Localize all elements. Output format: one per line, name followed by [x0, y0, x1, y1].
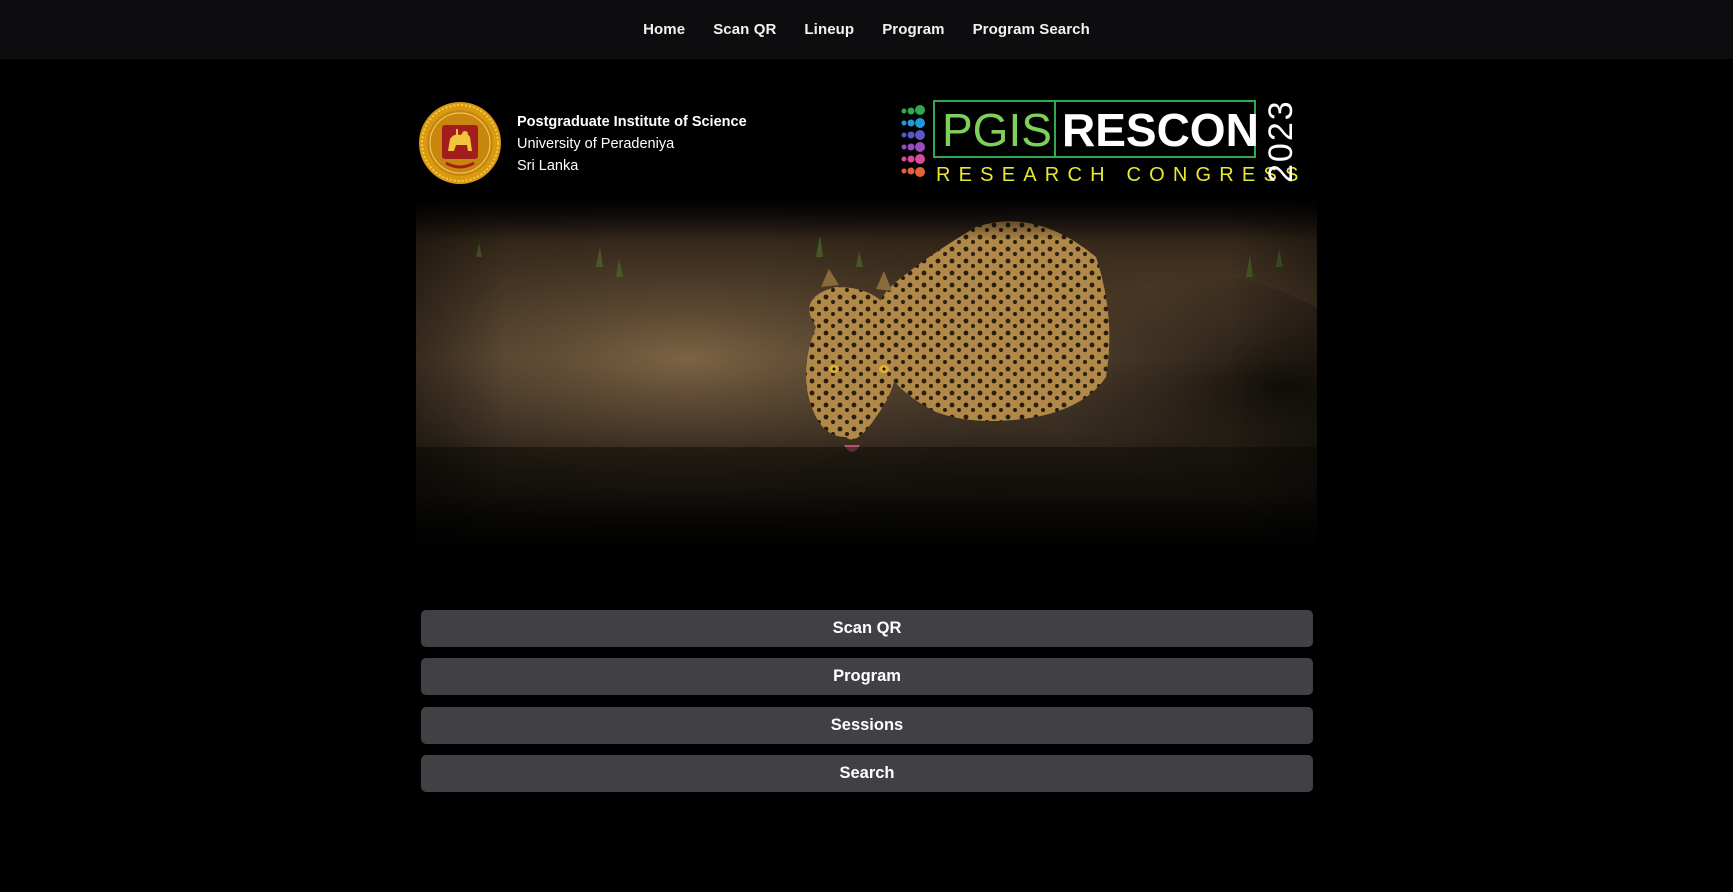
logo-tagline: RESEARCH CONGRESS	[936, 164, 1307, 186]
sessions-button[interactable]: Sessions	[421, 706, 1313, 744]
nav-program-search[interactable]: Program Search	[973, 21, 1090, 38]
top-navbar: Home Scan QR Lineup Program Program Sear…	[0, 0, 1733, 59]
nav-program[interactable]: Program	[882, 21, 944, 38]
nav-lineup[interactable]: Lineup	[804, 21, 854, 38]
action-buttons: Scan QR Program Sessions Search	[421, 610, 1313, 803]
search-button[interactable]: Search	[421, 754, 1313, 792]
university-name: University of Peradeniya	[517, 136, 675, 152]
university-seal-icon	[419, 102, 501, 184]
logo-word-pgis: PGIS	[942, 104, 1052, 156]
hero-image-leopard	[416, 197, 1317, 557]
program-button[interactable]: Program	[421, 658, 1313, 696]
institute-info: Postgraduate Institute of Science Univer…	[517, 111, 747, 177]
country-name: Sri Lanka	[517, 158, 579, 174]
pgis-rescon-logo: PGIS RESCON RESEARCH CONGRESS 2023	[901, 99, 1307, 186]
nav-scan-qr[interactable]: Scan QR	[713, 21, 776, 38]
nav-home[interactable]: Home	[643, 21, 685, 38]
logo-dots-icon	[901, 105, 925, 177]
institute-name: Postgraduate Institute of Science	[517, 114, 747, 130]
logo-year: 2023	[1262, 99, 1300, 183]
logo-word-rescon: RESCON	[1062, 104, 1259, 156]
page-header: Postgraduate Institute of Science Univer…	[416, 99, 1316, 187]
scan-qr-button[interactable]: Scan QR	[421, 610, 1313, 647]
